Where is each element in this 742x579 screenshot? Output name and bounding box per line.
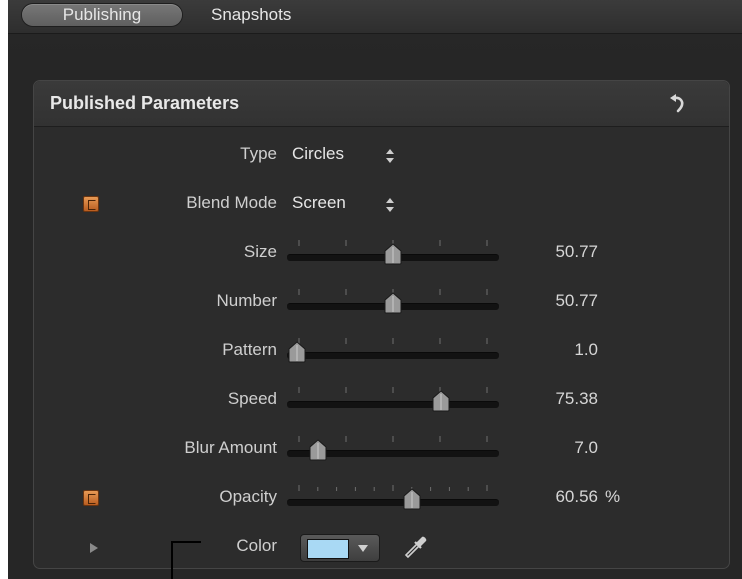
opacity-slider[interactable] — [287, 499, 499, 506]
tab-snapshots[interactable]: Snapshots — [211, 4, 331, 26]
slider-thumb[interactable] — [383, 292, 403, 314]
rig-badge-icon[interactable] — [83, 196, 99, 212]
opacity-value[interactable]: 60.56 — [494, 487, 598, 507]
tab-bar-divider — [8, 33, 742, 34]
slider-thumb[interactable] — [308, 439, 328, 461]
pattern-value[interactable]: 1.0 — [494, 340, 598, 360]
blur-amount-row: Blur Amount 7.0 — [34, 434, 729, 464]
blend-mode-row: Blend Mode Screen — [34, 189, 729, 219]
disclosure-triangle-icon[interactable] — [89, 542, 99, 554]
published-parameters-panel: Published Parameters Type Circles Blend … — [33, 80, 730, 569]
number-value[interactable]: 50.77 — [494, 291, 598, 311]
slider-thumb[interactable] — [431, 390, 451, 412]
size-label: Size — [243, 242, 277, 261]
slider-thumb[interactable] — [402, 488, 422, 510]
slider-ticks — [298, 338, 488, 344]
inspector-window: Publishing Snapshots Published Parameter… — [8, 0, 742, 579]
number-label: Number — [216, 291, 277, 310]
tab-bar: Publishing Snapshots — [8, 0, 742, 68]
blur-amount-label: Blur Amount — [184, 438, 277, 457]
blend-mode-label: Blend Mode — [186, 193, 277, 212]
speed-row: Speed 75.38 — [34, 385, 729, 415]
size-value[interactable]: 50.77 — [494, 242, 598, 262]
slider-ticks — [298, 485, 488, 491]
color-well[interactable] — [300, 534, 380, 562]
type-label: Type — [240, 144, 277, 163]
popup-arrows-icon[interactable] — [383, 147, 397, 165]
type-popup[interactable]: Circles — [292, 144, 344, 164]
color-row: Color — [34, 532, 729, 562]
slider-thumb[interactable] — [383, 243, 403, 265]
chevron-down-icon[interactable] — [357, 544, 369, 553]
popup-arrows-icon[interactable] — [383, 196, 397, 214]
pattern-row: Pattern 1.0 — [34, 336, 729, 366]
color-swatch[interactable] — [307, 539, 349, 559]
number-row: Number 50.77 — [34, 287, 729, 317]
callout-line — [171, 541, 201, 579]
slider-ticks — [298, 387, 488, 393]
size-row: Size 50.77 — [34, 238, 729, 268]
reset-arrow-icon[interactable] — [666, 93, 688, 115]
color-label: Color — [236, 536, 277, 555]
blend-mode-popup[interactable]: Screen — [292, 193, 346, 213]
opacity-unit: % — [605, 487, 621, 506]
rig-badge-icon[interactable] — [83, 490, 99, 506]
speed-slider[interactable] — [287, 401, 499, 408]
eyedropper-icon[interactable] — [402, 533, 430, 561]
panel-title: Published Parameters — [50, 93, 240, 113]
opacity-label: Opacity — [219, 487, 277, 506]
slider-thumb[interactable] — [287, 341, 307, 363]
pattern-slider[interactable] — [287, 352, 499, 359]
pattern-label: Pattern — [222, 340, 277, 359]
speed-label: Speed — [227, 389, 277, 408]
panel-header: Published Parameters — [34, 81, 729, 127]
blur-amount-value[interactable]: 7.0 — [494, 438, 598, 458]
opacity-row: Opacity 60.56 % — [34, 483, 729, 513]
speed-value[interactable]: 75.38 — [494, 389, 598, 409]
tab-publishing[interactable]: Publishing — [22, 4, 182, 26]
type-row: Type Circles — [34, 140, 729, 170]
